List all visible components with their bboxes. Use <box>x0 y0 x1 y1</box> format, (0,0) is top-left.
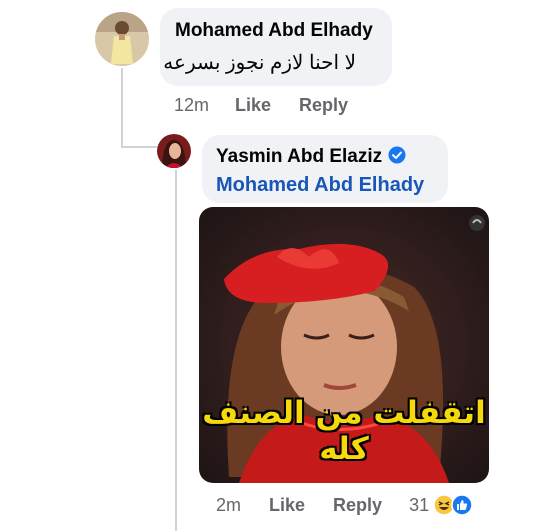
reply-button[interactable]: Reply <box>299 95 348 116</box>
like-reaction-icon[interactable] <box>451 494 473 516</box>
comment-author[interactable]: Mohamed Abd Elhady <box>175 20 373 42</box>
comment-actions: 12m Like Reply <box>174 95 348 116</box>
like-button[interactable]: Like <box>235 95 271 116</box>
reply-timestamp[interactable]: 2m <box>216 495 241 516</box>
image-caption: اتقفلت من الصنف كله <box>202 395 486 467</box>
comment-text: لا احنا لازم نجوز بسرعه <box>163 52 356 74</box>
verified-badge-icon <box>388 146 406 170</box>
comment-timestamp[interactable]: 12m <box>174 95 209 116</box>
reply-actions: 2m Like Reply 31 <box>216 494 473 516</box>
thread-line-reply <box>175 170 177 531</box>
reply-author-name[interactable]: Yasmin Abd Elaziz <box>216 146 382 167</box>
reply-author[interactable]: Yasmin Abd Elaziz <box>216 146 406 170</box>
reply-like-button[interactable]: Like <box>269 495 305 516</box>
reply-reply-button[interactable]: Reply <box>333 495 382 516</box>
avatar-yasmin[interactable] <box>157 134 191 168</box>
reply-image[interactable]: اتقفلت من الصنف كله <box>199 207 489 483</box>
thread-line-branch <box>121 146 157 148</box>
mention-link[interactable]: Mohamed Abd Elhady <box>216 174 424 197</box>
thread-line-vertical <box>121 68 123 148</box>
avatar-mohamed[interactable] <box>95 12 149 66</box>
reaction-count[interactable]: 31 <box>409 495 429 516</box>
